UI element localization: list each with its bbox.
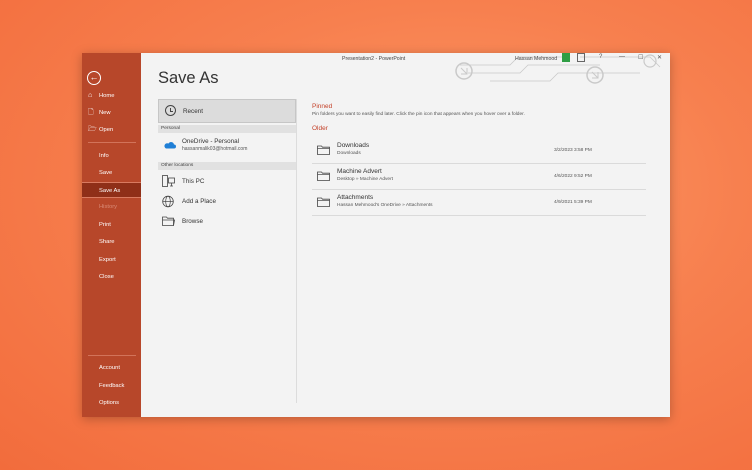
sidebar-item-label: Print (99, 222, 111, 228)
folder-name: Machine Advert (337, 168, 382, 175)
sidebar-item-label: Open (99, 127, 114, 133)
location-add-place[interactable]: Add a Place (158, 193, 297, 211)
location-label: OneDrive - Personal (182, 138, 240, 145)
sidebar-divider (88, 355, 136, 356)
folder-name: Downloads (337, 142, 370, 149)
globe-plus-icon (162, 195, 174, 208)
sidebar-item-label: Save As (99, 188, 121, 194)
clock-icon (165, 105, 176, 116)
folder-icon (317, 145, 330, 155)
sidebar-item-label: Home (99, 93, 115, 99)
sidebar-item-label: New (99, 110, 111, 116)
location-onedrive[interactable]: OneDrive - Personal hassanmalik03@hotmai… (158, 136, 297, 154)
back-arrow-icon: ← (89, 72, 99, 82)
folder-row-attachments[interactable]: Attachments Hassan Mehmood's OneDrive » … (312, 190, 646, 216)
folder-date: 4/6/2022 9:52 PM (554, 174, 592, 179)
older-header: Older (312, 125, 328, 132)
powerpoint-window: ← ⌂ Home 🗋 New 🗁 Open Info Save Save As … (82, 53, 670, 417)
location-email: hassanmalik03@hotmail.com (182, 146, 248, 152)
title-bar: Presentation2 - PowerPoint Hassan Mehmoo… (141, 53, 670, 65)
onedrive-cloud-icon (164, 142, 176, 149)
sidebar-item-label: Feedback (99, 383, 125, 389)
folder-icon (317, 171, 330, 181)
folder-path: Downloads (337, 151, 361, 156)
computer-icon (162, 175, 175, 187)
sidebar-item-label: Export (99, 257, 116, 263)
user-name[interactable]: Hassan Mehmood (515, 56, 557, 62)
page-title: Save As (158, 69, 219, 87)
minimize-button[interactable]: — (619, 54, 625, 60)
location-label: Add a Place (182, 198, 216, 205)
location-recent[interactable]: Recent (158, 99, 296, 123)
sidebar-item-label: Close (99, 274, 114, 280)
sidebar-item-new[interactable]: 🗋 New (82, 105, 141, 121)
sidebar-item-label: Info (99, 153, 109, 159)
folder-icon (317, 197, 330, 207)
pinned-header: Pinned (312, 103, 333, 110)
sidebar-item-history: History (82, 199, 141, 215)
sidebar-item-label: Share (99, 239, 115, 245)
window-title: Presentation2 - PowerPoint (342, 56, 406, 62)
help-button[interactable]: ? (599, 54, 602, 60)
location-label: Recent (183, 108, 203, 115)
folder-date: 3/2/2023 3:58 PM (554, 148, 592, 153)
section-header-other: Other locations (158, 162, 297, 170)
avatar[interactable] (562, 53, 570, 62)
location-this-pc[interactable]: This PC (158, 173, 297, 191)
location-label: This PC (182, 178, 205, 185)
pinned-description: Pin folders you want to easily find late… (312, 112, 525, 117)
sidebar-item-options[interactable]: Options (82, 395, 141, 411)
folder-path: Desktop » Machine Advert (337, 177, 393, 182)
sidebar-item-share[interactable]: Share (82, 234, 141, 250)
sidebar-divider (88, 142, 136, 143)
folder-path: Hassan Mehmood's OneDrive » Attachments (337, 203, 433, 208)
folder-row-downloads[interactable]: Downloads Downloads 3/2/2023 3:58 PM (312, 138, 646, 164)
location-label: Browse (182, 218, 203, 225)
sidebar-item-print[interactable]: Print (82, 217, 141, 233)
folder-icon (162, 216, 175, 226)
home-icon: ⌂ (88, 92, 93, 99)
open-folder-icon: 🗁 (88, 126, 97, 133)
sidebar-item-label: Save (99, 170, 113, 176)
backstage-sidebar: ← ⌂ Home 🗋 New 🗁 Open Info Save Save As … (82, 53, 141, 417)
ribbon-display-icon[interactable] (577, 53, 585, 62)
folder-row-machine-advert[interactable]: Machine Advert Desktop » Machine Advert … (312, 164, 646, 190)
sidebar-item-label: Options (99, 400, 119, 406)
section-header-personal: Personal (158, 125, 297, 133)
sidebar-item-save-as[interactable]: Save As (82, 182, 141, 198)
sidebar-item-save[interactable]: Save (82, 165, 141, 181)
folder-name: Attachments (337, 194, 374, 201)
sidebar-item-info[interactable]: Info (82, 148, 141, 164)
sidebar-item-label: Account (99, 365, 120, 371)
location-browse[interactable]: Browse (158, 213, 297, 231)
sidebar-item-feedback[interactable]: Feedback (82, 378, 141, 394)
sidebar-item-home[interactable]: ⌂ Home (82, 88, 141, 104)
pane-divider (296, 99, 297, 403)
maximize-button[interactable]: ☐ (638, 54, 643, 61)
sidebar-item-label: History (99, 204, 118, 210)
sidebar-item-close[interactable]: Close (82, 269, 141, 285)
new-file-icon: 🗋 (88, 109, 94, 116)
folder-date: 4/9/2021 5:39 PM (554, 200, 592, 205)
close-button[interactable]: ✕ (657, 54, 662, 61)
sidebar-item-account[interactable]: Account (82, 360, 141, 376)
back-button[interactable]: ← (87, 71, 101, 85)
sidebar-item-open[interactable]: 🗁 Open (82, 122, 141, 138)
sidebar-item-export[interactable]: Export (82, 252, 141, 268)
